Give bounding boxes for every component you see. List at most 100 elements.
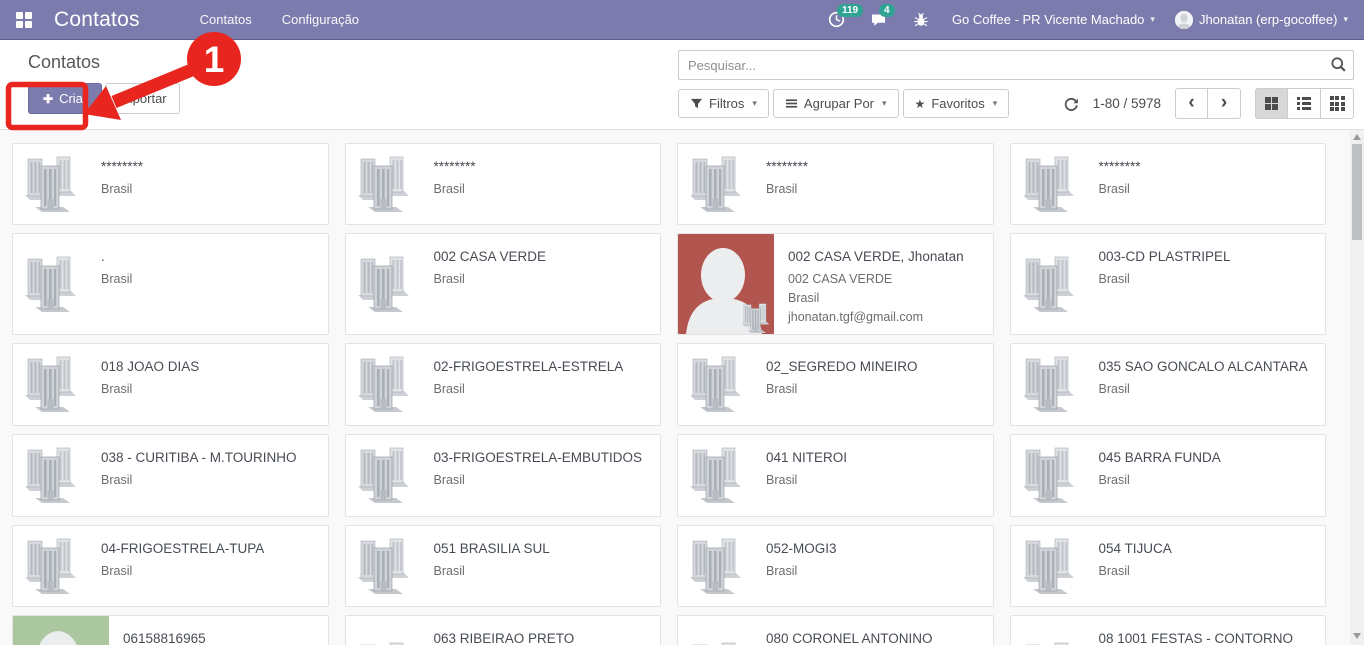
contact-detail-line: Brasil bbox=[766, 471, 847, 490]
menu-configuracao[interactable]: Configuração bbox=[282, 12, 359, 27]
contact-card[interactable]: 02-FRIGOESTRELA-ESTRELABrasil bbox=[345, 343, 662, 426]
bug-icon bbox=[913, 12, 929, 28]
contact-name: 06158816965 bbox=[123, 630, 206, 645]
contact-card-body: .Brasil bbox=[85, 234, 142, 334]
main-menu: Contatos Configuração bbox=[200, 12, 359, 27]
search-input[interactable] bbox=[678, 50, 1354, 80]
contact-name: 018 JOAO DIAS bbox=[101, 358, 199, 375]
contact-card[interactable]: ********Brasil bbox=[677, 143, 994, 225]
contact-card[interactable]: 045 BARRA FUNDABrasil bbox=[1010, 434, 1327, 517]
contact-name: 003-CD PLASTRIPEL bbox=[1099, 248, 1231, 265]
list-view-icon bbox=[1297, 97, 1311, 110]
contact-card-body: 04-FRIGOESTRELA-TUPABrasil bbox=[85, 526, 274, 606]
contact-card-body: 003-CD PLASTRIPEL Brasil bbox=[1083, 234, 1241, 334]
chevron-down-icon: ▾ bbox=[752, 98, 757, 109]
contact-name: 02-FRIGOESTRELA-ESTRELA bbox=[434, 358, 624, 375]
avatar bbox=[1175, 11, 1193, 29]
user-menu[interactable]: Jhonatan (erp-gocoffee) ▾ bbox=[1175, 11, 1348, 29]
message-count-badge: 4 bbox=[879, 4, 895, 17]
contact-image bbox=[354, 249, 418, 320]
contact-card[interactable]: 035 SAO GONCALO ALCANTARABrasil bbox=[1010, 343, 1327, 426]
contact-card[interactable]: 002 CASA VERDE, Jhonatan002 CASA VERDEBr… bbox=[677, 233, 994, 335]
contact-card[interactable]: ********Brasil bbox=[345, 143, 662, 225]
contact-card[interactable]: .Brasil bbox=[12, 233, 329, 335]
group-by-button[interactable]: Agrupar Por ▾ bbox=[773, 89, 899, 118]
favorites-button[interactable]: ★ Favoritos ▾ bbox=[903, 89, 1010, 118]
contact-card-body: 018 JOAO DIAS Brasil bbox=[85, 344, 209, 425]
contact-photo bbox=[678, 234, 774, 334]
contact-card[interactable]: 063 RIBEIRAO PRETO bbox=[345, 615, 662, 645]
refresh-icon[interactable] bbox=[1063, 96, 1079, 112]
scrollbar-thumb[interactable] bbox=[1352, 144, 1362, 240]
apps-menu-icon[interactable] bbox=[16, 12, 32, 28]
contact-card[interactable]: 038 - CURITIBA - M.TOURINHOBrasil bbox=[12, 434, 329, 517]
search-icon[interactable] bbox=[1330, 56, 1347, 78]
contact-name: 04-FRIGOESTRELA-TUPA bbox=[101, 540, 264, 557]
contact-card[interactable]: 080 CORONEL ANTONINO bbox=[677, 615, 994, 645]
company-buildings-icon bbox=[354, 531, 418, 597]
contact-card[interactable]: 02_SEGREDO MINEIROBrasil bbox=[677, 343, 994, 426]
contact-name: 03-FRIGOESTRELA-EMBUTIDOS bbox=[434, 449, 643, 466]
contact-image bbox=[1019, 249, 1083, 320]
scroll-up-arrow[interactable] bbox=[1353, 134, 1361, 140]
contact-image bbox=[686, 531, 750, 602]
contact-card-body: 002 CASA VERDEBrasil bbox=[418, 234, 557, 334]
filters-button[interactable]: Filtros ▾ bbox=[678, 89, 769, 118]
contact-card-body: 041 NITEROIBrasil bbox=[750, 435, 857, 516]
control-panel: Contatos ✚ Criar Importar Filtros ▾ bbox=[0, 40, 1364, 130]
scroll-down-arrow[interactable] bbox=[1353, 633, 1361, 639]
kanban-view-button[interactable] bbox=[1255, 88, 1288, 119]
contact-detail-line: Brasil bbox=[101, 380, 199, 399]
contact-card[interactable]: 04-FRIGOESTRELA-TUPABrasil bbox=[12, 525, 329, 607]
company-buildings-icon bbox=[740, 300, 774, 334]
company-buildings-icon bbox=[21, 440, 85, 506]
contact-card-body: 02-FRIGOESTRELA-ESTRELABrasil bbox=[418, 344, 634, 425]
contact-card[interactable]: 06158816965 bbox=[12, 615, 329, 645]
pager-next-button[interactable]: › bbox=[1208, 88, 1241, 119]
contact-card[interactable]: 054 TIJUCABrasil bbox=[1010, 525, 1327, 607]
contact-card[interactable]: 052-MOGI3Brasil bbox=[677, 525, 994, 607]
contact-card[interactable]: ********Brasil bbox=[1010, 143, 1327, 225]
grid-view-button[interactable] bbox=[1321, 88, 1354, 119]
company-name: Go Coffee - PR Vicente Machado bbox=[952, 12, 1144, 27]
contact-name: 080 CORONEL ANTONINO bbox=[766, 630, 933, 645]
contact-name: 035 SAO GONCALO ALCANTARA bbox=[1099, 358, 1308, 375]
app-title: Contatos bbox=[54, 8, 140, 32]
contact-image bbox=[1019, 149, 1083, 220]
contact-image bbox=[354, 149, 418, 220]
contact-card[interactable]: 08 1001 FESTAS - CONTORNO bbox=[1010, 615, 1327, 645]
contact-card-body: 051 BRASILIA SULBrasil bbox=[418, 526, 560, 606]
menu-contatos[interactable]: Contatos bbox=[200, 12, 252, 27]
company-switcher[interactable]: Go Coffee - PR Vicente Machado ▾ bbox=[952, 12, 1155, 27]
messages-icon[interactable]: 4 bbox=[868, 10, 890, 30]
plus-icon: ✚ bbox=[43, 92, 53, 106]
debug-icon[interactable] bbox=[910, 10, 932, 30]
contact-card[interactable]: 041 NITEROIBrasil bbox=[677, 434, 994, 517]
contact-image bbox=[1019, 635, 1083, 645]
search-box bbox=[678, 50, 1354, 80]
top-navbar: Contatos Contatos Configuração 119 4 bbox=[0, 0, 1364, 40]
contact-photo bbox=[13, 616, 109, 645]
contact-image bbox=[1019, 531, 1083, 602]
import-button[interactable]: Importar bbox=[105, 83, 179, 114]
create-button[interactable]: ✚ Criar bbox=[28, 83, 102, 114]
activities-icon[interactable]: 119 bbox=[826, 10, 848, 30]
contact-card-body: ********Brasil bbox=[1083, 144, 1151, 224]
kanban-view-icon bbox=[1265, 97, 1279, 111]
contact-name: ******** bbox=[434, 158, 476, 175]
contact-image bbox=[686, 440, 750, 511]
contact-detail-line: Brasil bbox=[434, 562, 550, 581]
contact-card[interactable]: ********Brasil bbox=[12, 143, 329, 225]
vertical-scrollbar bbox=[1350, 128, 1364, 645]
list-view-button[interactable] bbox=[1288, 88, 1321, 119]
contact-card[interactable]: 03-FRIGOESTRELA-EMBUTIDOSBrasil bbox=[345, 434, 662, 517]
contact-card[interactable]: 003-CD PLASTRIPEL Brasil bbox=[1010, 233, 1327, 335]
contact-card[interactable]: 051 BRASILIA SULBrasil bbox=[345, 525, 662, 607]
company-buildings-icon bbox=[21, 149, 85, 215]
contact-card[interactable]: 002 CASA VERDEBrasil bbox=[345, 233, 662, 335]
contact-detail-line: Brasil bbox=[766, 380, 918, 399]
contact-detail-line: Brasil bbox=[1099, 270, 1231, 289]
pager-previous-button[interactable]: ‹ bbox=[1175, 88, 1208, 119]
breadcrumb: Contatos bbox=[28, 52, 678, 73]
contact-card[interactable]: 018 JOAO DIAS Brasil bbox=[12, 343, 329, 426]
